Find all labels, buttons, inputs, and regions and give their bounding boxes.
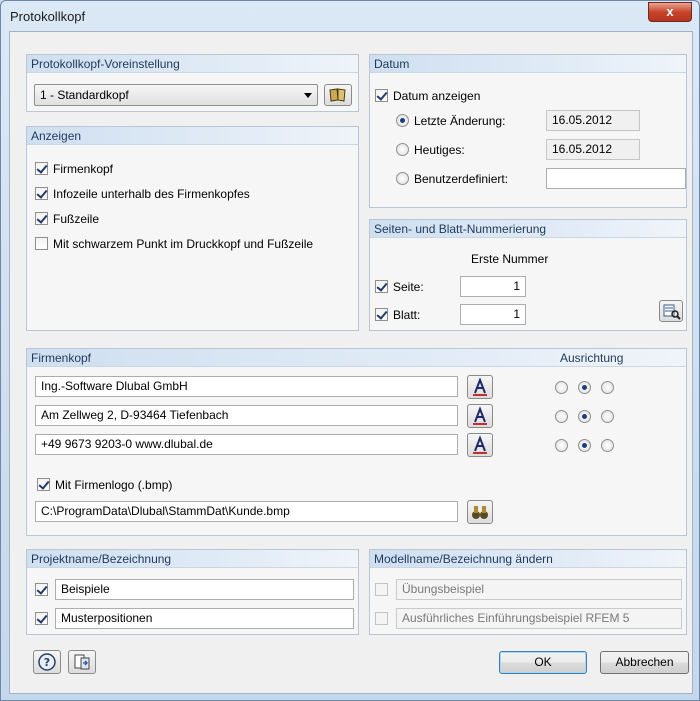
dialog-window: Protokollkopf x Protokollkopf-Voreinstel… [0, 0, 700, 701]
company-line-1-align-right-radio[interactable] [601, 381, 614, 394]
table-magnifier-icon [663, 304, 681, 320]
show-footer-checkbox[interactable] [35, 212, 48, 225]
svg-text:?: ? [44, 656, 50, 669]
project-name-field[interactable]: Beispiele [55, 579, 354, 600]
help-icon: ? [38, 653, 56, 671]
company-line-3-font-button[interactable] [467, 433, 493, 457]
first-number-column-label: Erste Nummer [471, 252, 549, 266]
chevron-down-icon [304, 93, 312, 98]
show-company-header-checkbox[interactable] [35, 162, 48, 175]
date-last-change-label: Letzte Änderung: [414, 114, 506, 128]
numbering-details-button[interactable] [659, 300, 683, 322]
date-custom-label: Benutzerdefiniert: [414, 172, 509, 186]
show-company-header-label: Firmenkopf [53, 162, 114, 176]
model-description-field[interactable]: Ausführliches Einführungsbeispiel RFEM 5 [396, 608, 682, 629]
model-group: Modellname/Bezeichnung ändern Übungsbeis… [369, 549, 687, 635]
company-line-2-align-left-radio[interactable] [555, 410, 568, 423]
model-description-checkbox[interactable] [375, 612, 388, 625]
project-group: Projektname/Bezeichnung Beispiele Muster… [26, 549, 359, 635]
company-line-2-align-right-radio[interactable] [601, 410, 614, 423]
show-info-line-label: Infozeile unterhalb des Firmenkopfes [53, 187, 250, 201]
book-icon [329, 88, 346, 102]
sheet-number-field[interactable]: 1 [460, 304, 526, 325]
date-custom-radio[interactable] [396, 172, 409, 185]
preset-library-button[interactable] [324, 84, 352, 106]
show-date-checkbox[interactable] [375, 89, 388, 102]
project-name-checkbox[interactable] [35, 583, 48, 596]
show-group-heading: Anzeigen [27, 127, 358, 145]
project-description-field[interactable]: Musterpositionen [55, 608, 354, 629]
company-line-1-font-button[interactable] [467, 375, 493, 399]
date-last-change-radio[interactable] [396, 114, 409, 127]
export-settings-button[interactable] [68, 650, 96, 674]
binoculars-icon [472, 506, 488, 519]
company-group: Firmenkopf Ausrichtung Ing.-Software Dlu… [26, 348, 687, 536]
company-line-2-font-button[interactable] [467, 404, 493, 428]
company-logo-checkbox[interactable] [37, 478, 50, 491]
model-group-heading: Modellname/Bezeichnung ändern [370, 550, 686, 568]
show-black-dot-label: Mit schwarzem Punkt im Druckkopf und Fuß… [53, 237, 314, 251]
show-group: Anzeigen Firmenkopf Infozeile unterhalb … [26, 126, 359, 331]
sheet-number-label: Blatt: [393, 308, 421, 322]
company-line-2-field[interactable]: Am Zellweg 2, D-93464 Tiefenbach [35, 405, 458, 426]
company-logo-path-field[interactable]: C:\ProgramData\Dlubal\StammDat\Kunde.bmp [35, 501, 458, 522]
company-line-3-field[interactable]: +49 9673 9203-0 www.dlubal.de [35, 434, 458, 455]
company-logo-label: Mit Firmenlogo (.bmp) [55, 478, 173, 492]
date-group: Datum Datum anzeigen Letzte Änderung: 16… [369, 54, 687, 208]
browse-logo-button[interactable] [467, 500, 493, 524]
show-info-line-checkbox[interactable] [35, 187, 48, 200]
date-group-heading: Datum [370, 55, 686, 73]
show-footer-label: Fußzeile [53, 212, 100, 226]
company-line-3-align-left-radio[interactable] [555, 439, 568, 452]
company-line-1-align-left-radio[interactable] [555, 381, 568, 394]
close-button[interactable]: x [648, 2, 692, 22]
numbering-group-heading: Seiten- und Blatt-Nummerierung [370, 220, 686, 238]
window-title: Protokollkopf [10, 9, 86, 24]
model-name-field[interactable]: Übungsbeispiel [396, 579, 682, 600]
date-today-field: 16.05.2012 [546, 139, 640, 160]
page-number-field[interactable]: 1 [460, 276, 526, 297]
company-line-1-field[interactable]: Ing.-Software Dlubal GmbH [35, 376, 458, 397]
font-icon [473, 377, 487, 396]
help-button[interactable]: ? [33, 650, 61, 674]
page-number-checkbox[interactable] [375, 280, 388, 293]
title-bar: Protokollkopf x [1, 1, 699, 31]
font-icon [473, 435, 487, 454]
font-icon [473, 406, 487, 425]
alignment-heading: Ausrichtung [560, 351, 624, 365]
numbering-group: Seiten- und Blatt-Nummerierung Erste Num… [369, 219, 687, 331]
project-description-checkbox[interactable] [35, 612, 48, 625]
export-icon [74, 654, 90, 670]
date-custom-field[interactable] [546, 168, 686, 189]
date-today-label: Heutiges: [414, 143, 465, 157]
preset-select[interactable]: 1 - Standardkopf [34, 84, 318, 106]
company-line-2-align-center-radio[interactable] [578, 410, 591, 423]
cancel-button[interactable]: Abbrechen [600, 651, 689, 674]
project-group-heading: Projektname/Bezeichnung [27, 550, 358, 568]
date-today-radio[interactable] [396, 143, 409, 156]
ok-button[interactable]: OK [499, 651, 587, 674]
page-number-label: Seite: [393, 280, 424, 294]
preset-select-value: 1 - Standardkopf [40, 88, 129, 102]
company-line-3-align-center-radio[interactable] [578, 439, 591, 452]
model-name-checkbox[interactable] [375, 583, 388, 596]
sheet-number-checkbox[interactable] [375, 308, 388, 321]
date-last-change-field: 16.05.2012 [546, 110, 640, 131]
preset-group-heading: Protokollkopf-Voreinstellung [27, 55, 358, 73]
company-line-3-align-right-radio[interactable] [601, 439, 614, 452]
show-black-dot-checkbox[interactable] [35, 237, 48, 250]
preset-group: Protokollkopf-Voreinstellung 1 - Standar… [26, 54, 359, 112]
show-date-label: Datum anzeigen [393, 89, 481, 103]
dialog-body: Protokollkopf-Voreinstellung 1 - Standar… [9, 31, 693, 694]
company-line-1-align-center-radio[interactable] [578, 381, 591, 394]
